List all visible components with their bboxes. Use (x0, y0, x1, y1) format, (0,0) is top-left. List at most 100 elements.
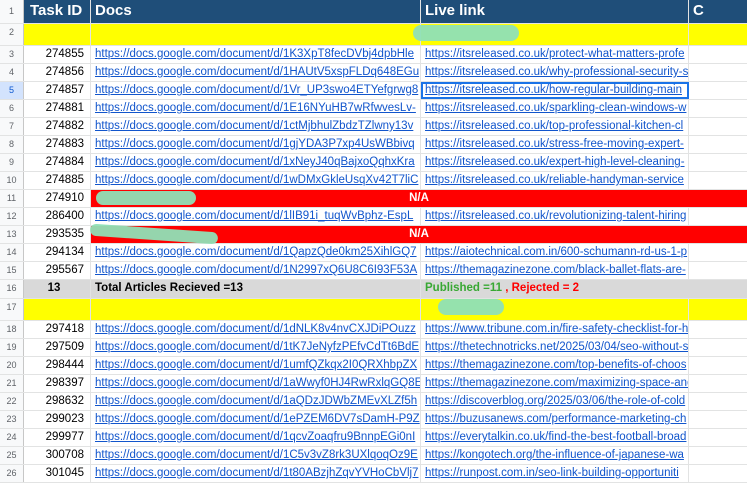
cell-total-label[interactable]: Total Articles Recieved =13 (91, 280, 421, 298)
row-number[interactable]: 14 (0, 244, 24, 261)
cell-live-link-link[interactable]: https://itsreleased.co.uk/revolutionizin… (425, 210, 686, 222)
cell-extra[interactable] (689, 375, 747, 392)
cell-extra[interactable] (689, 357, 747, 374)
cell-live-link[interactable]: https://discoverblog.org/2025/03/06/the-… (421, 393, 689, 410)
cell-live-link[interactable]: https://runpost.com.in/seo-link-building… (421, 465, 689, 482)
row-number[interactable]: 18 (0, 321, 24, 338)
cell-live-link[interactable]: https://themagazinezone.com/maximizing-s… (421, 375, 689, 392)
cell-live-link[interactable]: https://itsreleased.co.uk/expert-high-le… (421, 154, 689, 171)
cell-docs[interactable]: https://docs.google.com/document/d/1t80A… (91, 465, 421, 482)
row-number[interactable]: 7 (0, 118, 24, 135)
header-task-id[interactable]: Task ID (24, 0, 91, 23)
cell-extra[interactable] (689, 154, 747, 171)
cell-docs[interactable]: https://docs.google.com/document/d/1HAUt… (91, 64, 421, 81)
cell-docs-link[interactable]: https://docs.google.com/document/d/1N299… (95, 264, 417, 276)
row-number[interactable]: 21 (0, 375, 24, 392)
cell-docs[interactable]: https://docs.google.com/document/d/1Qapz… (91, 244, 421, 261)
cell-live-link-link[interactable]: https://themagazinezone.com/maximizing-s… (425, 377, 688, 389)
row-number[interactable]: 16 (0, 280, 24, 298)
cell-task-id[interactable]: 297509 (24, 339, 91, 356)
cell-extra[interactable] (689, 411, 747, 428)
cell-extra[interactable] (689, 82, 747, 99)
row-number[interactable]: 13 (0, 226, 24, 243)
cell-live-link[interactable]: https://www.tribune.com.in/fire-safety-c… (421, 321, 689, 338)
cell-docs-link[interactable]: https://docs.google.com/document/d/1C5v3… (95, 449, 418, 461)
row-number[interactable]: 4 (0, 64, 24, 81)
cell-task-id[interactable] (24, 299, 91, 320)
row-number[interactable]: 5 (0, 82, 24, 99)
cell-docs[interactable]: https://docs.google.com/document/d/1C5v3… (91, 447, 421, 464)
cell-task-id[interactable]: 298444 (24, 357, 91, 374)
cell-status-summary[interactable]: Published =11 , Rejected = 2 (421, 280, 747, 298)
row-number[interactable]: 10 (0, 172, 24, 189)
cell-extra[interactable] (689, 118, 747, 135)
cell-live-link[interactable]: https://itsreleased.co.uk/how-regular-bu… (421, 82, 689, 99)
cell-task-id[interactable]: 286400 (24, 208, 91, 225)
cell-docs-link[interactable]: https://docs.google.com/document/d/1E16N… (95, 102, 416, 114)
cell-docs[interactable]: https://docs.google.com/document/d/1Vr_U… (91, 82, 421, 99)
cell-docs-link[interactable]: https://docs.google.com/document/d/1gjYD… (95, 138, 415, 150)
cell-extra[interactable] (689, 465, 747, 482)
row-number[interactable]: 26 (0, 465, 24, 482)
cell-docs-link[interactable]: https://docs.google.com/document/d/1lIB9… (95, 210, 413, 222)
row-number[interactable]: 19 (0, 339, 24, 356)
row-number[interactable]: 9 (0, 154, 24, 171)
cell-task-id[interactable]: 274882 (24, 118, 91, 135)
cell-live-link-link[interactable]: https://www.tribune.com.in/fire-safety-c… (425, 323, 688, 335)
cell-extra[interactable] (689, 262, 747, 279)
cell-docs[interactable]: https://docs.google.com/document/d/1ctMj… (91, 118, 421, 135)
row-number[interactable]: 2 (0, 24, 24, 45)
cell-live-link[interactable]: https://everytalkin.co.uk/find-the-best-… (421, 429, 689, 446)
cell-live-link-link[interactable]: https://themagazinezone.com/top-benefits… (425, 359, 686, 371)
row-number[interactable]: 24 (0, 429, 24, 446)
cell-live-link-link[interactable]: https://itsreleased.co.uk/reliable-handy… (425, 174, 684, 186)
cell-live-link[interactable]: https://thetechnotricks.net/2025/03/04/s… (421, 339, 689, 356)
row-number[interactable]: 11 (0, 190, 24, 207)
cell-docs[interactable] (91, 299, 421, 320)
cell-extra[interactable] (689, 339, 747, 356)
cell-docs[interactable]: https://docs.google.com/document/d/1gjYD… (91, 136, 421, 153)
cell-extra[interactable] (689, 393, 747, 410)
cell-live-link-link[interactable]: https://themagazinezone.com/black-ballet… (425, 264, 686, 276)
cell-live-link-link[interactable]: https://kongotech.org/the-influence-of-j… (425, 449, 684, 461)
cell-live-link[interactable]: https://itsreleased.co.uk/reliable-handy… (421, 172, 689, 189)
cell-live-link[interactable]: https://kongotech.org/the-influence-of-j… (421, 447, 689, 464)
cell-live-link-link[interactable]: https://aiotechnical.com.in/600-schumann… (425, 246, 687, 258)
cell-extra[interactable] (689, 100, 747, 117)
cell-extra[interactable] (689, 64, 747, 81)
cell-live-link[interactable]: https://itsreleased.co.uk/why-profession… (421, 64, 689, 81)
cell-docs-link[interactable]: https://docs.google.com/document/d/1K3Xp… (95, 48, 414, 60)
cell-task-id[interactable]: 274884 (24, 154, 91, 171)
cell-task-id[interactable]: 274855 (24, 46, 91, 63)
cell-live-link-link[interactable]: https://discoverblog.org/2025/03/06/the-… (425, 395, 685, 407)
cell-live-link-link[interactable]: https://itsreleased.co.uk/sparkling-clea… (425, 102, 686, 114)
cell-docs-link[interactable]: https://docs.google.com/document/d/1HAUt… (95, 66, 419, 78)
cell-live-link-link[interactable]: https://itsreleased.co.uk/top-profession… (425, 120, 683, 132)
cell-task-id[interactable]: 274856 (24, 64, 91, 81)
cell-task-id[interactable]: 274910 (24, 190, 91, 207)
cell-live-link-link[interactable]: https://thetechnotricks.net/2025/03/04/s… (425, 341, 688, 353)
cell-extra[interactable] (689, 429, 747, 446)
cell-docs[interactable]: https://docs.google.com/document/d/1wDMx… (91, 172, 421, 189)
row-number[interactable]: 22 (0, 393, 24, 410)
row-number[interactable]: 8 (0, 136, 24, 153)
cell-live-link[interactable]: https://itsreleased.co.uk/protect-what-m… (421, 46, 689, 63)
cell-docs-link[interactable]: https://docs.google.com/document/d/1tK7J… (95, 341, 419, 353)
cell-extra[interactable] (689, 321, 747, 338)
cell-live-link[interactable]: https://itsreleased.co.uk/sparkling-clea… (421, 100, 689, 117)
cell-task-id[interactable]: 274857 (24, 82, 91, 99)
cell-task-id[interactable]: 293535 (24, 226, 91, 243)
cell-task-id[interactable]: 274885 (24, 172, 91, 189)
cell-live-link-link[interactable]: https://itsreleased.co.uk/expert-high-le… (425, 156, 685, 168)
cell-task-id[interactable]: 301045 (24, 465, 91, 482)
row-number[interactable]: 20 (0, 357, 24, 374)
cell-live-link-link[interactable]: https://itsreleased.co.uk/why-profession… (425, 66, 688, 78)
cell-live-link-link[interactable]: https://buzusanews.com/performance-marke… (425, 413, 686, 425)
cell-task-id[interactable]: 294134 (24, 244, 91, 261)
cell-task-id[interactable]: 297418 (24, 321, 91, 338)
cell-docs[interactable]: https://docs.google.com/document/d/1qcvZ… (91, 429, 421, 446)
cell-docs[interactable]: https://docs.google.com/document/d/1dNLK… (91, 321, 421, 338)
cell-task-id[interactable]: 274881 (24, 100, 91, 117)
cell-docs[interactable] (91, 24, 421, 45)
row-number[interactable]: 3 (0, 46, 24, 63)
